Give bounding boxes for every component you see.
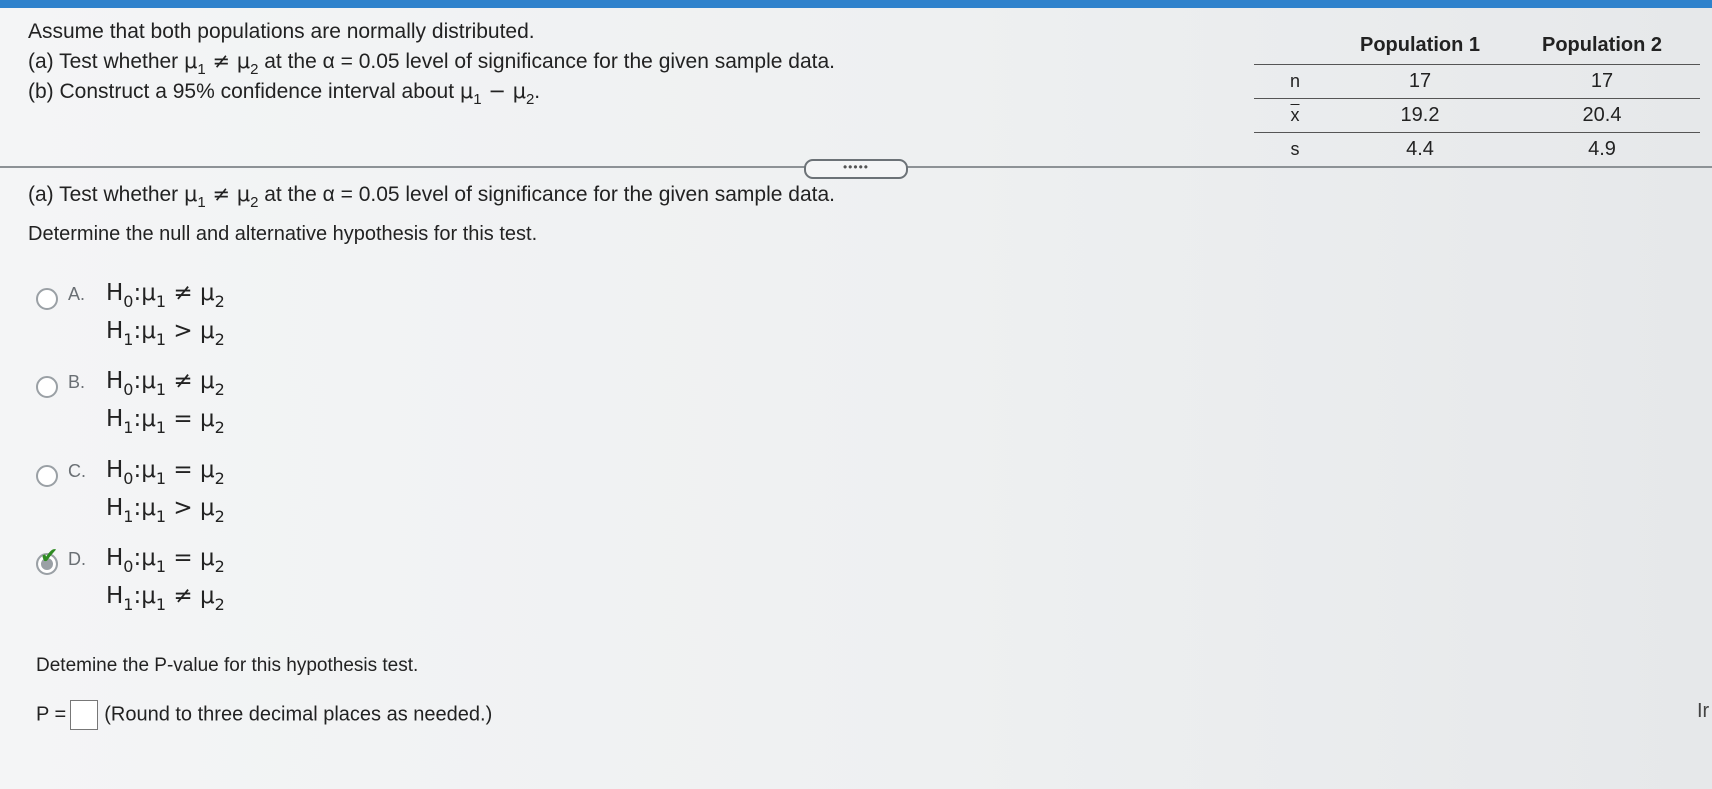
intro-part-b: (b) Construct a 95% confidence interval … [28, 77, 540, 108]
table-row: x 19.2 20.4 [1254, 98, 1700, 133]
question-a-prefix: (a) Test whether [28, 183, 185, 206]
mu-symbol: μ [459, 79, 474, 103]
part-a-suffix: at the α = 0.05 level of significance fo… [258, 50, 835, 73]
pvalue-row: P = (Round to three decimal places as nee… [36, 700, 492, 730]
part-b-prefix: (b) Construct a 95% confidence interval … [28, 80, 460, 103]
part-b-suffix: . [534, 80, 541, 103]
alternative-hypothesis: H1:μ1 = μ2 [106, 406, 225, 437]
radio-button[interactable] [36, 465, 58, 487]
mu-symbol: μ [512, 79, 526, 103]
row-label-n: n [1254, 64, 1336, 99]
edge-truncated-text: Ir [1697, 700, 1710, 722]
pvalue-note: (Round to three decimal places as needed… [104, 703, 493, 726]
mu-symbol: μ [236, 182, 251, 206]
subscript: 2 [250, 194, 259, 211]
option-letter: A. [68, 284, 86, 304]
subscript: 2 [525, 91, 535, 108]
row-label-xbar: x [1254, 98, 1336, 133]
cell-pop2-s: 4.9 [1588, 138, 1616, 160]
subscript: 1 [197, 61, 206, 78]
option-letter: C. [68, 461, 86, 481]
collapse-toggle-button[interactable]: ••••• [804, 159, 908, 179]
part-a-prefix: (a) Test whether [28, 50, 185, 73]
option-c[interactable]: C. H0:μ1 = μ2 H1:μ1 > μ2 [36, 457, 436, 541]
alternative-hypothesis: H1:μ1 > μ2 [106, 318, 225, 349]
pvalue-input[interactable] [70, 700, 99, 730]
neq-symbol: ≠ [205, 49, 237, 73]
table-row: s 4.4 4.9 [1254, 133, 1700, 167]
checkmark-icon: ✔ [40, 543, 59, 568]
cell-pop1-s: 4.4 [1406, 138, 1434, 160]
cell-pop1-n: 17 [1336, 64, 1504, 99]
option-a[interactable]: A. H0:μ1 ≠ μ2 H1:μ1 > μ2 [36, 280, 436, 364]
table-header-row: Population 1 Population 2 [1254, 28, 1700, 65]
radio-button[interactable] [36, 288, 58, 310]
top-accent-bar [0, 0, 1712, 8]
mu-symbol: μ [236, 49, 251, 73]
mu-symbol: μ [184, 49, 198, 73]
question-a-suffix: at the α = 0.05 level of significance fo… [258, 183, 835, 206]
pvalue-label: P = [36, 703, 67, 726]
table-header-population-2: Population 2 [1504, 28, 1700, 65]
row-label-s: s [1290, 139, 1300, 159]
neq-symbol: ≠ [205, 182, 237, 206]
option-b[interactable]: B. H0:μ1 ≠ μ2 H1:μ1 = μ2 [36, 368, 436, 452]
minus-symbol: − [481, 79, 513, 103]
table-header-empty [1254, 28, 1336, 65]
sample-data-table: Population 1 Population 2 n 17 17 x 19.2… [1254, 28, 1700, 166]
cell-pop1-xbar: 19.2 [1336, 98, 1504, 133]
mu-symbol: μ [184, 182, 198, 206]
question-a: (a) Test whether μ1 ≠ μ2 at the α = 0.05… [28, 180, 835, 211]
alternative-hypothesis: H1:μ1 ≠ μ2 [106, 583, 225, 614]
option-d[interactable]: ✔ D. H0:μ1 = μ2 H1:μ1 ≠ μ2 [36, 543, 436, 629]
intro-line: Assume that both populations are normall… [28, 20, 535, 43]
cell-pop2-xbar: 20.4 [1504, 98, 1700, 133]
intro-part-a: (a) Test whether μ1 ≠ μ2 at the α = 0.05… [28, 47, 835, 78]
null-hypothesis: H0:μ1 ≠ μ2 [106, 368, 225, 399]
table-header-population-1: Population 1 [1336, 28, 1504, 65]
pvalue-prompt: Detemine the P-value for this hypothesis… [36, 655, 419, 676]
null-hypothesis: H0:μ1 = μ2 [106, 545, 225, 576]
null-hypothesis: H0:μ1 ≠ μ2 [106, 280, 225, 311]
subscript: 1 [473, 91, 482, 108]
subscript: 2 [250, 61, 259, 78]
option-letter: D. [68, 549, 86, 569]
cell-pop2-n: 17 [1504, 64, 1700, 99]
alternative-hypothesis: H1:μ1 > μ2 [106, 495, 225, 526]
radio-button[interactable] [36, 376, 58, 398]
question-a-instruction: Determine the null and alternative hypot… [28, 223, 538, 245]
option-letter: B. [68, 372, 86, 392]
subscript: 1 [197, 194, 206, 211]
table-row: n 17 17 [1254, 64, 1700, 99]
null-hypothesis: H0:μ1 = μ2 [106, 457, 225, 488]
